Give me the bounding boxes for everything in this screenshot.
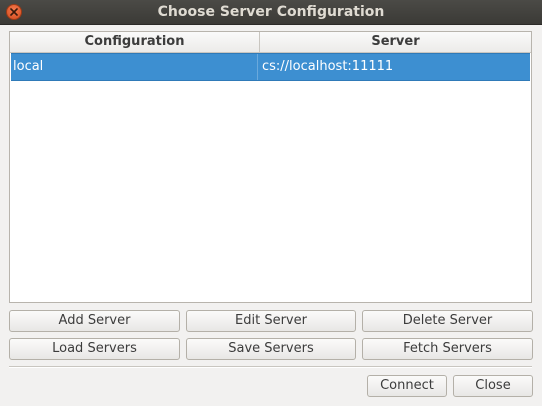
close-button[interactable]: Close [453,375,533,397]
column-header-configuration[interactable]: Configuration [10,32,260,52]
delete-server-button[interactable]: Delete Server [362,310,533,332]
add-server-button[interactable]: Add Server [9,310,180,332]
fetch-servers-button[interactable]: Fetch Servers [362,338,533,360]
cell-server: cs://localhost:11111 [262,59,394,74]
load-servers-button[interactable]: Load Servers [9,338,180,360]
save-servers-button[interactable]: Save Servers [186,338,356,360]
table-header: Configuration Server [10,32,531,53]
cell-configuration: local [13,54,258,80]
column-header-server[interactable]: Server [260,32,531,52]
connect-button[interactable]: Connect [367,375,447,397]
server-table[interactable]: Configuration Server local cs://localhos… [9,31,532,303]
window-title: Choose Server Configuration [157,4,385,20]
title-bar: Choose Server Configuration [0,0,542,25]
divider [9,366,532,368]
edit-server-button[interactable]: Edit Server [186,310,356,332]
table-row[interactable]: local cs://localhost:11111 [11,53,530,81]
